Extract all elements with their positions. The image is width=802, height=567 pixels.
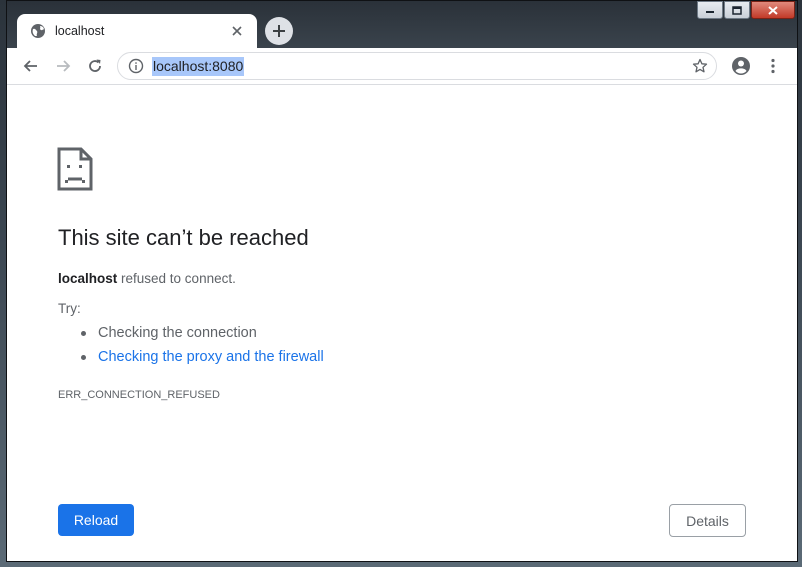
browser-toolbar: localhost:8080 [7, 48, 797, 85]
account-icon [732, 57, 750, 75]
refused-text: refused to connect. [117, 271, 236, 286]
kebab-menu-icon [771, 58, 775, 74]
plus-icon [273, 25, 285, 37]
close-tab-icon[interactable] [229, 23, 245, 39]
menu-button[interactable] [759, 52, 787, 80]
maximize-button[interactable] [724, 1, 750, 19]
error-code: ERR_CONNECTION_REFUSED [58, 389, 220, 401]
refresh-icon [89, 59, 101, 72]
close-icon [768, 5, 778, 15]
globe-icon [30, 23, 46, 39]
arrow-left-icon [23, 60, 37, 72]
new-tab-button[interactable] [265, 17, 293, 45]
error-description: localhost refused to connect. [58, 271, 236, 286]
list-item: Checking the connection [81, 321, 324, 345]
star-icon[interactable] [692, 58, 708, 74]
try-label: Try: [58, 301, 81, 316]
reload-button[interactable]: Reload [58, 504, 134, 536]
details-button[interactable]: Details [669, 504, 746, 537]
sad-document-icon [57, 147, 93, 191]
host-name: localhost [58, 271, 118, 286]
reload-page-button[interactable] [81, 52, 109, 80]
arrow-right-icon [57, 60, 71, 72]
error-page: This site can’t be reached localhost ref… [7, 85, 797, 561]
address-bar[interactable]: localhost:8080 [117, 52, 717, 80]
tab-localhost[interactable]: localhost [17, 14, 257, 48]
back-button[interactable] [17, 52, 45, 80]
suggestion-list: Checking the connection Checking the pro… [58, 321, 324, 369]
tab-title: localhost [55, 24, 105, 38]
tab-strip: localhost [7, 1, 797, 48]
suggestion-check-proxy-link[interactable]: Checking the proxy and the firewall [98, 349, 324, 365]
window-controls [697, 1, 795, 19]
minimize-button[interactable] [697, 1, 723, 19]
profile-button[interactable] [727, 52, 755, 80]
suggestion-check-connection: Checking the connection [98, 325, 257, 341]
minimize-icon [706, 11, 714, 13]
info-icon[interactable] [128, 58, 144, 74]
maximize-icon [732, 5, 742, 15]
url-text[interactable]: localhost:8080 [152, 56, 245, 76]
close-window-button[interactable] [751, 1, 795, 19]
page-title: This site can’t be reached [58, 225, 309, 250]
forward-button[interactable] [49, 52, 77, 80]
browser-window: localhost localhost:8080 This site can’t… [6, 0, 798, 562]
list-item: Checking the proxy and the firewall [81, 345, 324, 369]
